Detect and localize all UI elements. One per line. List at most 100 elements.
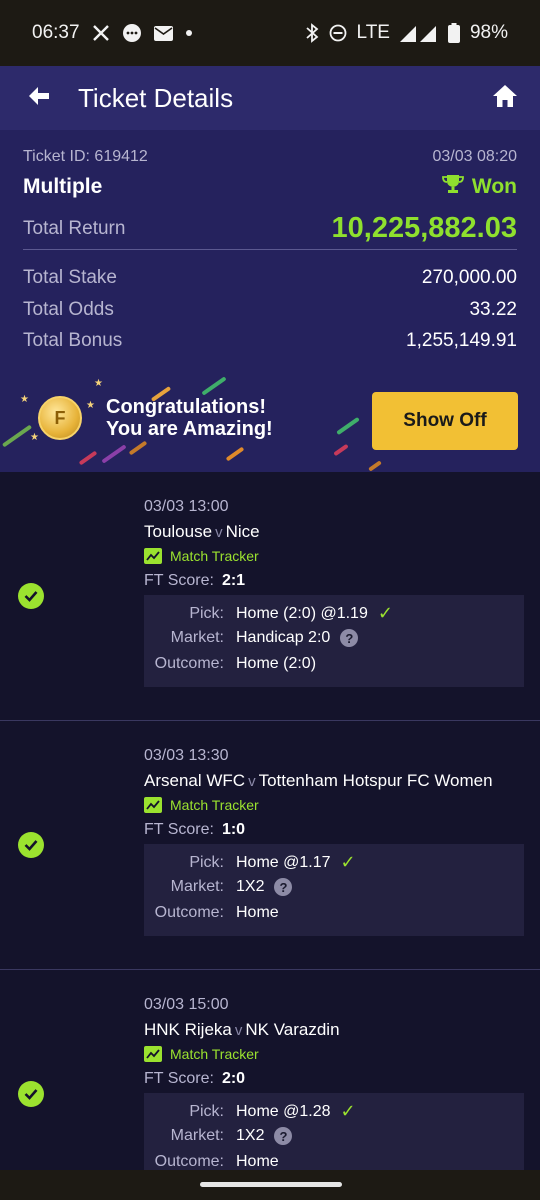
total-return-row: Total Return 10,225,882.03	[23, 212, 517, 245]
confetti-streak	[128, 440, 148, 456]
pick-label: Pick:	[189, 604, 224, 622]
match-teams: Toulouse v Nice	[144, 522, 260, 542]
match-tracker-label: Match Tracker	[170, 548, 259, 564]
help-icon[interactable]: ?	[340, 629, 359, 647]
market-value: 1X2	[236, 878, 265, 895]
pick-value: Home @1.17	[236, 853, 331, 871]
market-label: Market:	[170, 878, 224, 895]
status-text: Won	[471, 175, 517, 198]
check-icon: ✓	[377, 603, 393, 623]
ticket-summary: Ticket ID: 619412 03/03 08:20 Multiple W…	[0, 130, 540, 375]
congrats-text: Congratulations! You are Amazing!	[106, 396, 273, 440]
ticket-meta-row: Ticket ID: 619412 03/03 08:20	[23, 148, 517, 166]
outcome-row: Outcome: Home	[144, 1153, 524, 1170]
versus-separator: v	[215, 524, 223, 541]
back-button[interactable]	[0, 66, 78, 130]
match-time: 03/03 13:30	[144, 747, 229, 764]
confetti-streak	[1, 424, 33, 448]
confetti-streak	[78, 450, 98, 466]
congrats-line-1: Congratulations!	[106, 396, 266, 418]
bet-list: 03/03 13:00 Toulouse v Nice Match Tracker …	[0, 472, 540, 1170]
market-value: 1X2	[236, 1127, 265, 1144]
outcome-label: Outcome:	[154, 1153, 224, 1170]
total-stake-label: Total Stake	[23, 267, 117, 288]
versus-separator: v	[234, 1022, 243, 1039]
total-bonus-value: 1,255,149.91	[406, 330, 517, 351]
bet-detail-box: Pick: Home @1.28 ✓ Market: 1X2? Outcome: …	[144, 1093, 524, 1170]
bet-detail-box: Pick: Home @1.17 ✓ Market: 1X2? Outcome: …	[144, 844, 524, 936]
battery-icon	[447, 23, 460, 43]
pick-label: Pick:	[189, 853, 224, 871]
outcome-row: Outcome: Home (2:0)	[144, 655, 524, 673]
trophy-icon	[441, 174, 464, 200]
away-team: Nice	[225, 522, 260, 541]
help-icon[interactable]: ?	[274, 878, 293, 896]
confetti-streak	[336, 416, 360, 436]
coin-icon: F	[38, 396, 82, 440]
market-row: Market: Handicap 2:0?	[144, 629, 524, 647]
network-type: LTE	[356, 22, 390, 43]
x-icon	[92, 24, 110, 42]
bluetooth-icon	[305, 23, 319, 43]
star-icon: ★	[94, 378, 103, 389]
status-badge: Won	[441, 174, 517, 200]
mail-icon	[153, 25, 173, 41]
dnd-icon	[329, 24, 347, 42]
ft-score: FT Score: 1:0	[144, 821, 245, 839]
away-team: NK Varazdin	[245, 1020, 340, 1039]
pick-row: Pick: Home (2:0) @1.19 ✓	[144, 603, 524, 624]
app-header: Ticket Details	[0, 66, 540, 130]
ticket-type: Multiple	[23, 175, 103, 198]
outcome-value: Home (2:0)	[236, 655, 317, 672]
ticket-id: Ticket ID: 619412	[23, 148, 148, 165]
pick-label: Pick:	[189, 1102, 224, 1120]
won-check-icon	[18, 832, 44, 858]
pick-row: Pick: Home @1.28 ✓	[144, 1101, 524, 1122]
total-odds-label: Total Odds	[23, 299, 114, 320]
home-team: Arsenal WFC	[144, 771, 246, 790]
match-tracker-link[interactable]: Match Tracker	[144, 548, 259, 564]
star-icon: ★	[30, 432, 39, 443]
match-time: 03/03 15:00	[144, 996, 229, 1013]
show-off-button[interactable]: Show Off	[372, 392, 518, 450]
help-icon[interactable]: ?	[274, 1127, 293, 1145]
market-label: Market:	[170, 1127, 224, 1144]
chart-icon	[144, 1046, 162, 1062]
total-odds-value: 33.22	[469, 299, 517, 320]
home-team: Toulouse	[144, 522, 213, 541]
pick-row: Pick: Home @1.17 ✓	[144, 852, 524, 873]
outcome-label: Outcome:	[154, 904, 224, 921]
total-bonus-row: Total Bonus 1,255,149.91	[23, 330, 517, 352]
won-check-icon	[18, 583, 44, 609]
outcome-row: Outcome: Home	[144, 904, 524, 922]
pick-value: Home @1.28	[236, 1102, 331, 1120]
dot-icon	[185, 29, 193, 37]
ft-score: FT Score: 2:1	[144, 572, 245, 590]
home-team: HNK Rijeka	[144, 1020, 232, 1039]
match-tracker-link[interactable]: Match Tracker	[144, 1046, 259, 1062]
ticket-datetime: 03/03 08:20	[432, 148, 517, 165]
total-stake-row: Total Stake 270,000.00	[23, 267, 517, 289]
market-row: Market: 1X2?	[144, 1127, 524, 1145]
match-tracker-link[interactable]: Match Tracker	[144, 797, 259, 813]
star-icon: ★	[86, 400, 95, 411]
gesture-nav-bar	[0, 1170, 540, 1200]
total-stake-value: 270,000.00	[421, 267, 517, 288]
home-button[interactable]	[470, 66, 540, 130]
total-return-label: Total Return	[23, 217, 126, 239]
ft-score-value: 2:1	[221, 572, 246, 589]
bet-detail-box: Pick: Home (2:0) @1.19 ✓ Market: Handicap…	[144, 595, 524, 687]
confetti-streak	[101, 444, 127, 464]
divider	[23, 249, 517, 250]
back-arrow-icon	[28, 86, 50, 111]
ft-score-value: 2:0	[221, 1070, 246, 1087]
chart-icon	[144, 797, 162, 813]
ft-score-value: 1:0	[221, 821, 246, 838]
away-team: Tottenham Hotspur FC Women	[258, 771, 493, 790]
clock: 06:37	[32, 22, 80, 43]
confetti-streak	[368, 460, 382, 472]
bet-item: 03/03 13:00 Toulouse v Nice Match Tracker …	[0, 472, 540, 721]
match-teams: Arsenal WFC v Tottenham Hotspur FC Women	[144, 771, 493, 791]
outcome-value: Home	[236, 904, 279, 921]
home-gesture-handle[interactable]	[200, 1182, 342, 1187]
